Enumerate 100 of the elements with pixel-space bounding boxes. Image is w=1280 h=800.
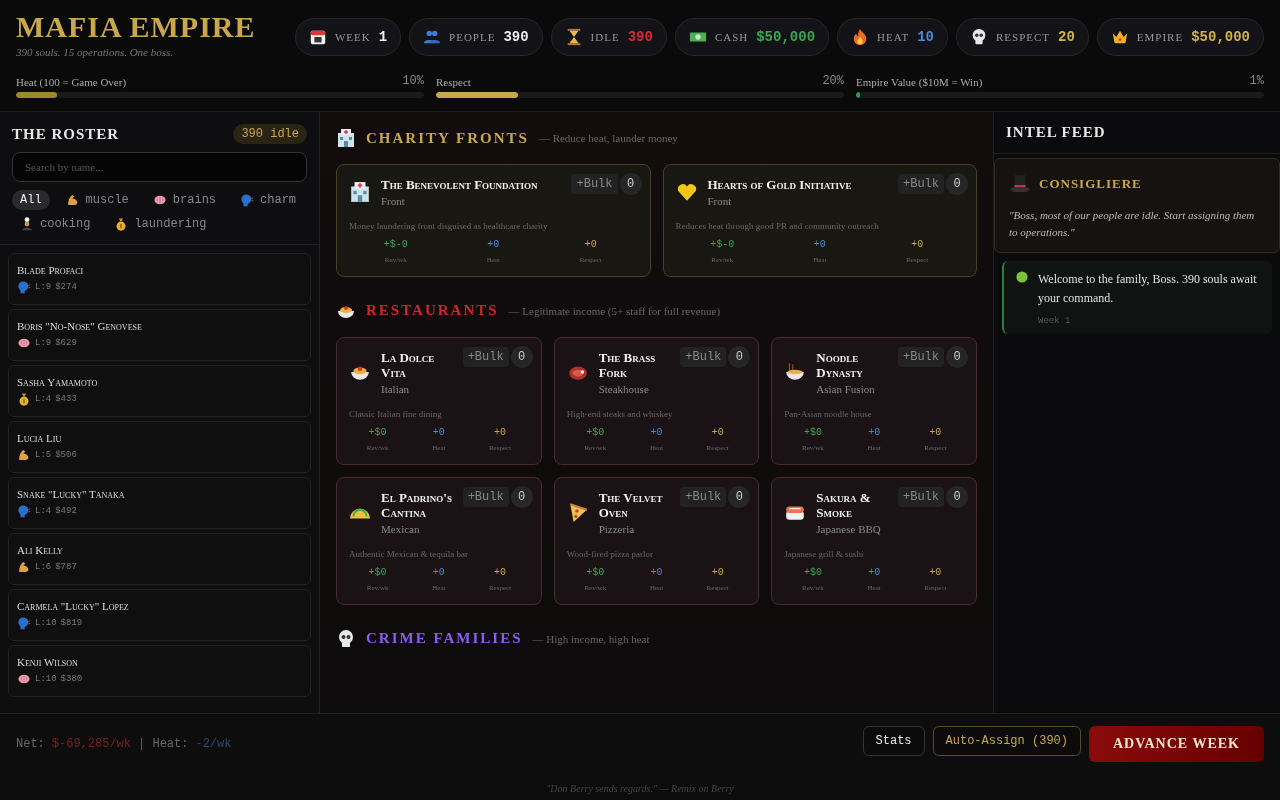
operation-description: Money laundering front disguised as healthcare charity xyxy=(349,220,549,231)
bulk-button[interactable]: +Bulk xyxy=(680,486,727,507)
staff-count: 0 xyxy=(510,345,533,368)
operation-type: Pizzeria xyxy=(598,522,636,535)
member-name: Lucia Liu xyxy=(17,432,63,444)
speaking-head-icon xyxy=(17,504,31,518)
filter-chip[interactable]: muscle xyxy=(57,190,137,210)
heat-value: +0 xyxy=(812,238,827,250)
stat-value: 10 xyxy=(917,29,934,45)
member-level: L:5 xyxy=(35,450,52,460)
calendar-icon xyxy=(308,28,327,46)
operation-description: Wood-fired pizza parlor xyxy=(566,548,654,559)
member-level: L:6 xyxy=(35,562,52,572)
operation-type: Italian xyxy=(381,382,411,395)
roster-card[interactable]: Boris "No-Nose" Genovese L:9 $629 xyxy=(8,309,311,361)
stat-value: $50,000 xyxy=(756,29,816,45)
arm-icon xyxy=(17,448,31,462)
stat-value: 390 xyxy=(627,29,653,45)
revenue-value: +$0 xyxy=(367,426,388,438)
member-level: L:4 xyxy=(35,394,52,404)
operation-type: Front xyxy=(381,194,406,207)
roster-card[interactable]: Blade Profaci L:9 $274 xyxy=(8,253,311,305)
section-title: CRIME FAMILIES xyxy=(366,630,523,648)
roster-card[interactable]: Lucia Liu L:5 $506 xyxy=(8,421,311,473)
operation-name: Sakura & Smoke xyxy=(816,489,872,521)
operation-description: Japanese grill & sushi xyxy=(784,548,865,559)
staff-count: 0 xyxy=(946,345,968,368)
operation-description: Authentic Mexican & tequila bar xyxy=(349,548,469,559)
heat-value: +0 xyxy=(867,566,882,578)
revenue-value: +$0 xyxy=(585,566,606,578)
bulk-button[interactable]: +Bulk xyxy=(571,174,618,194)
bulk-button[interactable]: +Bulk xyxy=(680,346,727,367)
operation-name: The Benevolent Foundation xyxy=(381,177,539,193)
stat-label: WEEK xyxy=(334,31,371,43)
filter-chip[interactable]: All xyxy=(12,190,50,210)
filter-chip[interactable]: laundering xyxy=(106,214,215,234)
heat-value: +0 xyxy=(867,426,882,438)
status-dot-icon xyxy=(1014,269,1030,285)
member-wage: $274 xyxy=(55,282,77,292)
bulk-button[interactable]: +Bulk xyxy=(898,174,944,194)
speaking-head-icon xyxy=(17,280,31,294)
roster-card[interactable]: Ali Kelly L:6 $787 xyxy=(8,533,311,585)
feed-message: Welcome to the family, Boss. 390 souls await your command. xyxy=(1038,272,1257,306)
member-name: Kenji Wilson xyxy=(17,656,79,668)
member-wage: $787 xyxy=(55,562,77,572)
net-label: Net: xyxy=(16,736,45,751)
filter-chip[interactable]: charm xyxy=(232,190,305,210)
staff-count: 0 xyxy=(619,173,642,195)
member-name: Snake "Lucky" Tanaka xyxy=(17,488,126,500)
revenue-value: +$-0 xyxy=(382,238,409,250)
heat-value: +0 xyxy=(431,566,446,578)
respect-value: +0 xyxy=(928,566,943,578)
filter-chip[interactable]: cooking xyxy=(12,214,99,234)
brain-icon xyxy=(17,672,31,686)
stat-value: $50,000 xyxy=(1191,29,1250,45)
staff-count: 0 xyxy=(728,345,751,368)
roster-card[interactable]: Carmela "Lucky" Lopez L:10 $819 xyxy=(8,589,311,641)
respect-value: +0 xyxy=(928,426,943,438)
respect-value: +0 xyxy=(710,426,725,438)
heat-label: | Heat: xyxy=(138,736,189,751)
member-wage: $506 xyxy=(55,450,77,460)
bulk-button[interactable]: +Bulk xyxy=(462,486,509,507)
operation-name: The Velvet Oven xyxy=(598,489,664,521)
bulk-button[interactable]: +Bulk xyxy=(898,486,944,507)
operation-name: Hearts of Gold Initiative xyxy=(707,177,853,193)
stat-label: PEOPLE xyxy=(449,31,496,43)
feed-week: Week 1 xyxy=(1038,315,1072,326)
bulk-button[interactable]: +Bulk xyxy=(898,346,944,367)
advisor-title: CONSIGLIERE xyxy=(1039,176,1142,192)
member-name: Blade Profaci xyxy=(17,264,85,276)
operation-type: Japanese BBQ xyxy=(816,522,882,535)
hospital-icon xyxy=(349,180,371,203)
operation-description: Reduces heat through good PR and community outreach xyxy=(675,220,880,231)
heat-value: +0 xyxy=(649,426,664,438)
member-name: Sasha Yamamoto xyxy=(17,376,99,388)
operation-type: Front xyxy=(707,194,733,207)
people-icon xyxy=(423,28,442,46)
respect-value: +0 xyxy=(583,238,598,250)
revenue-value: +$0 xyxy=(585,426,606,438)
advance-week-button[interactable]: ADVANCE WEEK xyxy=(1089,725,1264,762)
roster-card[interactable]: Sasha Yamamoto L:4 $433 xyxy=(8,365,311,417)
operation-type: Asian Fusion xyxy=(816,382,876,395)
heat-rate: -2/wk xyxy=(195,736,232,751)
meter-label: Empire Value ($10M = Win) xyxy=(856,76,983,88)
stats-button[interactable]: Stats xyxy=(862,725,925,756)
revenue-value: +$0 xyxy=(367,566,388,578)
top-hat-icon xyxy=(1009,173,1031,195)
stat-label: RESPECT xyxy=(995,31,1051,43)
staff-count: 0 xyxy=(946,485,968,508)
tagline: 390 souls. 15 operations. One boss. xyxy=(16,46,175,58)
skull-icon xyxy=(336,628,356,649)
operation-description: High-end steaks and whiskey xyxy=(566,408,674,419)
auto-assign-button[interactable]: Auto-Assign (390) xyxy=(932,725,1081,756)
roster-card[interactable]: Snake "Lucky" Tanaka L:4 $492 xyxy=(8,477,311,529)
bulk-button[interactable]: +Bulk xyxy=(462,346,509,367)
roster-card[interactable]: Kenji Wilson L:10 $380 xyxy=(8,645,311,697)
filter-chip[interactable]: brains xyxy=(144,190,225,210)
search-field[interactable]: Search by name... xyxy=(12,152,307,182)
meter-reading: 10% xyxy=(402,74,424,88)
section-title: RESTAURANTS xyxy=(366,302,499,320)
